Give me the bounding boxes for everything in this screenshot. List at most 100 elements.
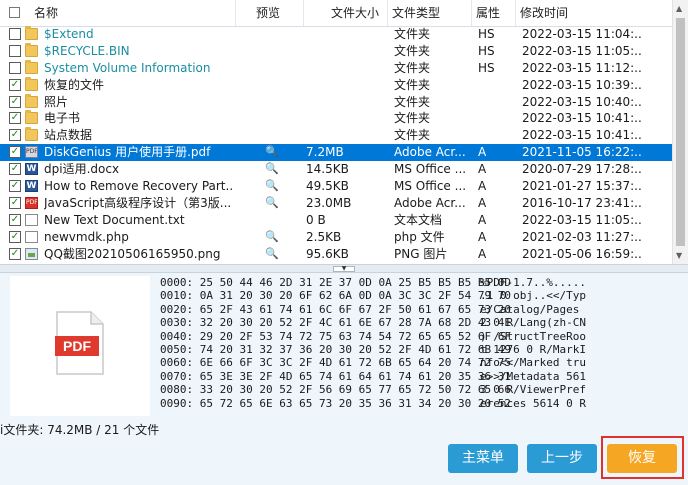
column-attr[interactable]: 属性 bbox=[472, 0, 516, 26]
file-modified-date: 2021-11-05 16:22:... bbox=[522, 145, 642, 160]
hex-ascii: e/Catalog/Pages bbox=[480, 302, 586, 316]
row-checkbox[interactable]: ✓ bbox=[9, 112, 21, 125]
column-name[interactable]: 名称 bbox=[0, 0, 236, 26]
preview-search-icon[interactable]: 🔍 bbox=[262, 161, 282, 178]
file-size: 95.6KB bbox=[306, 246, 349, 261]
hex-ascii: ) /StructTreeRoo bbox=[480, 329, 586, 343]
preview-search-icon[interactable]: 🔍 bbox=[262, 144, 282, 161]
hex-line: 0000: 25 50 44 46 2D 31 2E 37 0D 0A 25 B… bbox=[160, 276, 670, 289]
select-all-checkbox[interactable] bbox=[9, 7, 20, 18]
hex-ascii: nfo<</Marked tru bbox=[480, 356, 586, 370]
hex-bytes: 0080: 33 20 30 20 52 2F 56 69 65 77 65 7… bbox=[160, 383, 511, 397]
file-name: QQ截图20210506165950.png bbox=[44, 246, 221, 261]
scrollbar-thumb[interactable] bbox=[676, 18, 685, 246]
preview-search-icon[interactable]: 🔍 bbox=[262, 178, 282, 195]
scroll-down-arrow-icon[interactable]: ▼ bbox=[676, 251, 682, 260]
vertical-scrollbar[interactable]: ▲ ▼ bbox=[672, 0, 688, 264]
table-row[interactable]: ✓ 电子书 文件夹 2022-03-15 10:41:... bbox=[0, 110, 672, 127]
hex-line: 0020: 65 2F 43 61 74 61 6C 6F 67 2F 50 6… bbox=[160, 303, 670, 316]
scroll-up-arrow-icon[interactable]: ▲ bbox=[676, 4, 682, 13]
row-checkbox[interactable]: ✓ bbox=[9, 213, 21, 226]
file-type: 文件夹 bbox=[394, 27, 431, 41]
column-attr-label: 属性 bbox=[476, 6, 501, 20]
file-modified-date: 2020-07-29 17:28:... bbox=[522, 162, 642, 177]
file-name: 照片 bbox=[44, 94, 69, 109]
table-row[interactable]: ✓ PDF DiskGenius 用户使用手册.pdf 🔍 7.2MB Adobe Acr… bbox=[0, 144, 672, 162]
preview-search-icon[interactable]: 🔍 bbox=[262, 229, 282, 246]
hex-line: 0030: 32 20 30 20 52 2F 4C 61 6E 67 28 7… bbox=[160, 316, 670, 329]
file-attributes: A bbox=[478, 246, 487, 261]
file-attributes: A bbox=[478, 229, 487, 244]
hex-bytes: 0040: 29 20 2F 53 74 72 75 63 74 54 72 6… bbox=[160, 329, 511, 343]
file-type: 文件夹 bbox=[394, 111, 431, 126]
file-type: 文件夹 bbox=[394, 77, 431, 92]
column-modified-label: 修改时间 bbox=[520, 6, 569, 20]
hex-ascii: .1 0 obj..<</Typ bbox=[480, 289, 586, 303]
file-list: 名称 预览 文件大小 文件类型 属性 修改时间 $Extend 文件夹 HS 2022… bbox=[0, 0, 688, 264]
pane-splitter[interactable]: ▼ bbox=[0, 264, 688, 273]
file-size: 7.2MB bbox=[306, 145, 344, 160]
table-row[interactable]: ✓ newvmdk.php 🔍 2.5KB php 文件 A 2021-02-03 11:2… bbox=[0, 229, 672, 246]
hex-ascii: t 1276 0 R/MarkI bbox=[480, 342, 586, 356]
column-type[interactable]: 文件类型 bbox=[388, 0, 472, 26]
file-type: php 文件 bbox=[394, 229, 445, 244]
row-checkbox[interactable]: ✓ bbox=[9, 78, 21, 91]
file-attributes: HS bbox=[478, 27, 495, 41]
row-checkbox[interactable]: ✓ bbox=[9, 247, 21, 260]
table-row[interactable]: ✓ PDF JavaScript高级程序设计（第3版... 🔍 23.0MB Adobe … bbox=[0, 195, 672, 212]
row-checkbox[interactable]: ✓ bbox=[9, 129, 21, 142]
word-icon: W bbox=[25, 163, 38, 176]
column-name-label: 名称 bbox=[34, 6, 59, 20]
main-menu-button[interactable]: 主菜单 bbox=[448, 444, 518, 473]
row-checkbox[interactable]: ✓ bbox=[9, 95, 21, 108]
hex-viewer: 0000: 25 50 44 46 2D 31 2E 37 0D 0A 25 B… bbox=[160, 276, 670, 418]
row-checkbox[interactable]: ✓ bbox=[9, 163, 21, 176]
row-checkbox[interactable]: ✓ bbox=[9, 230, 21, 243]
table-row[interactable]: $RECYCLE.BIN 文件夹 HS 2022-03-15 11:05:... bbox=[0, 42, 672, 60]
table-row[interactable]: ✓ 恢复的文件 文件夹 2022-03-15 10:39:... bbox=[0, 76, 672, 94]
pdf-red-icon: PDF bbox=[25, 196, 38, 209]
text-file-icon bbox=[25, 230, 38, 243]
row-checkbox[interactable]: ✓ bbox=[9, 196, 21, 209]
file-attributes: HS bbox=[478, 43, 495, 58]
table-row[interactable]: System Volume Information 文件夹 HS 2022-03-15… bbox=[0, 59, 672, 77]
file-list-header: 名称 预览 文件大小 文件类型 属性 修改时间 bbox=[0, 0, 672, 27]
recover-button[interactable]: 恢复 bbox=[607, 444, 677, 473]
preview-search-icon[interactable]: 🔍 bbox=[262, 195, 282, 212]
file-size: 23.0MB bbox=[306, 195, 352, 210]
status-summary: i文件夹: 74.2MB / 21 个文件 bbox=[0, 423, 160, 437]
table-row[interactable]: ✓ QQ截图20210506165950.png 🔍 95.6KB PNG 图片 A 202… bbox=[0, 246, 672, 263]
column-size-label: 文件大小 bbox=[330, 6, 379, 20]
file-modified-date: 2016-10-17 23:41:... bbox=[522, 195, 642, 210]
table-row[interactable]: ✓ Wdpi适用.docx 🔍 14.5KB MS Office ... A 2020-07… bbox=[0, 161, 672, 178]
file-modified-date: 2021-01-27 15:37:... bbox=[522, 179, 642, 194]
file-type: 文件夹 bbox=[394, 128, 431, 143]
table-row[interactable]: ✓ New Text Document.txt 0 B 文本文档 A 2022-03-15… bbox=[0, 212, 672, 229]
file-modified-date: 2021-02-03 11:27:... bbox=[522, 229, 642, 244]
row-checkbox[interactable] bbox=[9, 28, 21, 40]
table-row[interactable]: $Extend 文件夹 HS 2022-03-15 11:04:... bbox=[0, 26, 672, 43]
row-checkbox[interactable]: ✓ bbox=[9, 180, 21, 193]
text-file-icon bbox=[25, 213, 38, 226]
column-modified[interactable]: 修改时间 bbox=[516, 0, 672, 26]
table-row[interactable]: ✓ W How to Remove Recovery Part... 🔍 49.5KB M… bbox=[0, 178, 672, 195]
table-row[interactable]: ✓ 照片 文件夹 2022-03-15 10:40:... bbox=[0, 93, 672, 111]
preview-search-icon[interactable]: 🔍 bbox=[262, 246, 282, 263]
folder-icon bbox=[25, 93, 38, 108]
column-preview[interactable]: 预览 bbox=[236, 0, 304, 26]
back-button[interactable]: 上一步 bbox=[527, 444, 597, 473]
folder-icon bbox=[25, 26, 38, 40]
hex-bytes: 0030: 32 20 30 20 52 2F 4C 61 6E 67 28 7… bbox=[160, 316, 511, 330]
hex-line: 0080: 33 20 30 20 52 2F 56 69 65 77 65 7… bbox=[160, 383, 670, 396]
column-size[interactable]: 文件大小 bbox=[304, 0, 388, 26]
file-modified-date: 2021-05-06 16:59:... bbox=[522, 246, 642, 261]
row-checkbox[interactable] bbox=[9, 61, 21, 74]
file-modified-date: 2022-03-15 11:12:... bbox=[522, 60, 642, 75]
table-row[interactable]: ✓ 站点数据 文件夹 2022-03-15 10:41:... bbox=[0, 127, 672, 144]
row-checkbox[interactable] bbox=[9, 44, 21, 57]
file-attributes: A bbox=[478, 212, 487, 227]
row-checkbox[interactable]: ✓ bbox=[9, 146, 21, 159]
file-type: 文件夹 bbox=[394, 43, 431, 58]
collapse-arrow-icon[interactable]: ▼ bbox=[333, 266, 355, 272]
hex-ascii: 3 0 R/ViewerPref bbox=[480, 383, 586, 397]
